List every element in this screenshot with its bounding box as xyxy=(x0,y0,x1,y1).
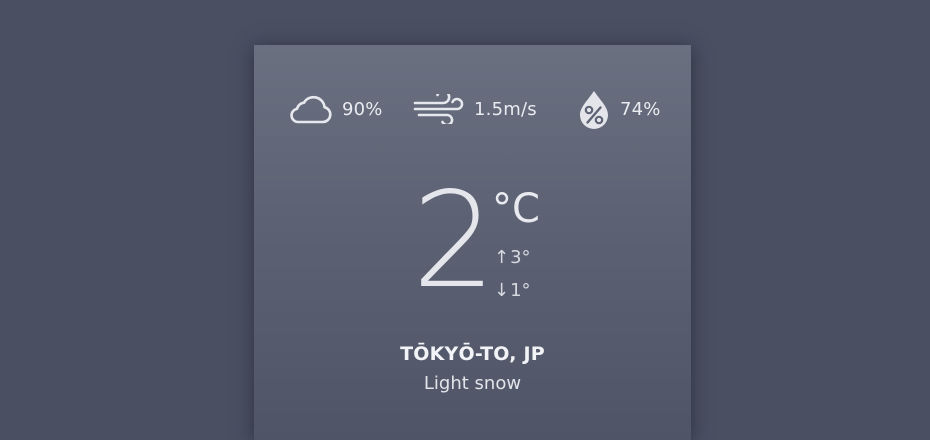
humidity-value: 74% xyxy=(620,98,661,120)
arrow-down-icon: ↓ xyxy=(494,280,510,301)
high-temperature: ↑ 3° xyxy=(494,247,531,268)
weather-stats-row: 90% 1.5m/s 74% xyxy=(254,89,691,129)
temperature-unit: °C xyxy=(492,186,540,232)
low-temperature-value: 1° xyxy=(510,280,531,301)
weather-card: 90% 1.5m/s 74% 2 °C ↑ 3° ↓ 1° TŌKYŌ-TO, … xyxy=(254,45,691,440)
wind-speed-value: 1.5m/s xyxy=(474,98,537,120)
wind-stat: 1.5m/s xyxy=(413,91,537,127)
low-temperature: ↓ 1° xyxy=(494,280,531,301)
cloud-icon xyxy=(287,92,333,126)
high-temperature-value: 3° xyxy=(510,247,531,268)
humidity-drop-icon xyxy=(577,89,611,129)
humidity-stat: 74% xyxy=(577,89,661,129)
current-temperature: 2 xyxy=(412,164,496,318)
temperature-block: 2 °C ↑ 3° ↓ 1° xyxy=(254,175,691,315)
wind-icon xyxy=(413,94,465,124)
weather-condition: Light snow xyxy=(423,373,522,394)
cloudiness-value: 90% xyxy=(342,98,383,120)
arrow-up-icon: ↑ xyxy=(494,247,510,268)
cloudiness-stat: 90% xyxy=(287,91,383,127)
location-name: TŌKYŌ-TO, JP xyxy=(400,343,545,365)
